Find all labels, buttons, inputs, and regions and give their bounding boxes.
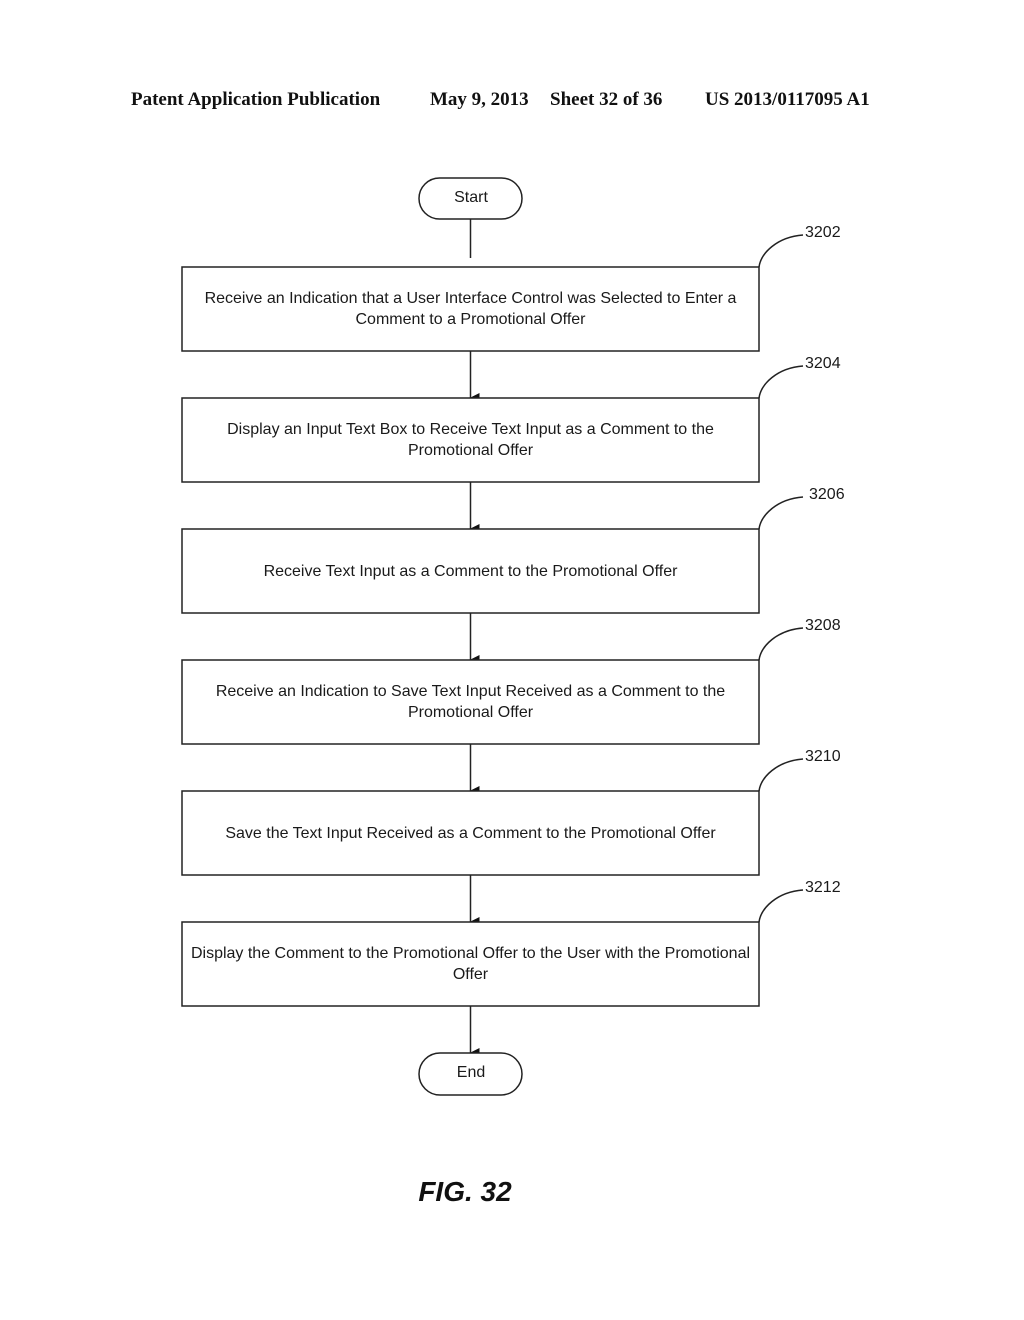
figure-label: FIG. 32 [418,1176,512,1207]
process-step-text: Save the Text Input Received as a Commen… [225,824,716,842]
reference-number: 3204 [805,355,841,372]
reference-number: 3208 [805,617,841,634]
process-step-text: Receive Text Input as a Comment to the P… [263,562,678,580]
reference-number: 3206 [809,486,845,503]
reference-number: 3210 [805,748,841,765]
process-step-text: Receive an Indication to Save Text Input… [215,683,726,721]
reference-leader-line [758,365,804,399]
process-step-text: Display an Input Text Box to Receive Tex… [227,421,714,459]
reference-leader-line [758,496,804,530]
reference-number: 3202 [805,224,841,241]
process-step-text: Receive an Indication that a User Interf… [204,290,737,328]
reference-leader-line [758,889,804,923]
reference-leader-line [758,758,804,792]
reference-leader-line [758,234,804,268]
reference-leader-line [758,627,804,661]
end-label: End [456,1064,486,1081]
start-label: Start [454,189,488,206]
process-step-text: Display the Comment to the Promotional O… [190,945,751,983]
reference-number: 3212 [805,879,841,896]
